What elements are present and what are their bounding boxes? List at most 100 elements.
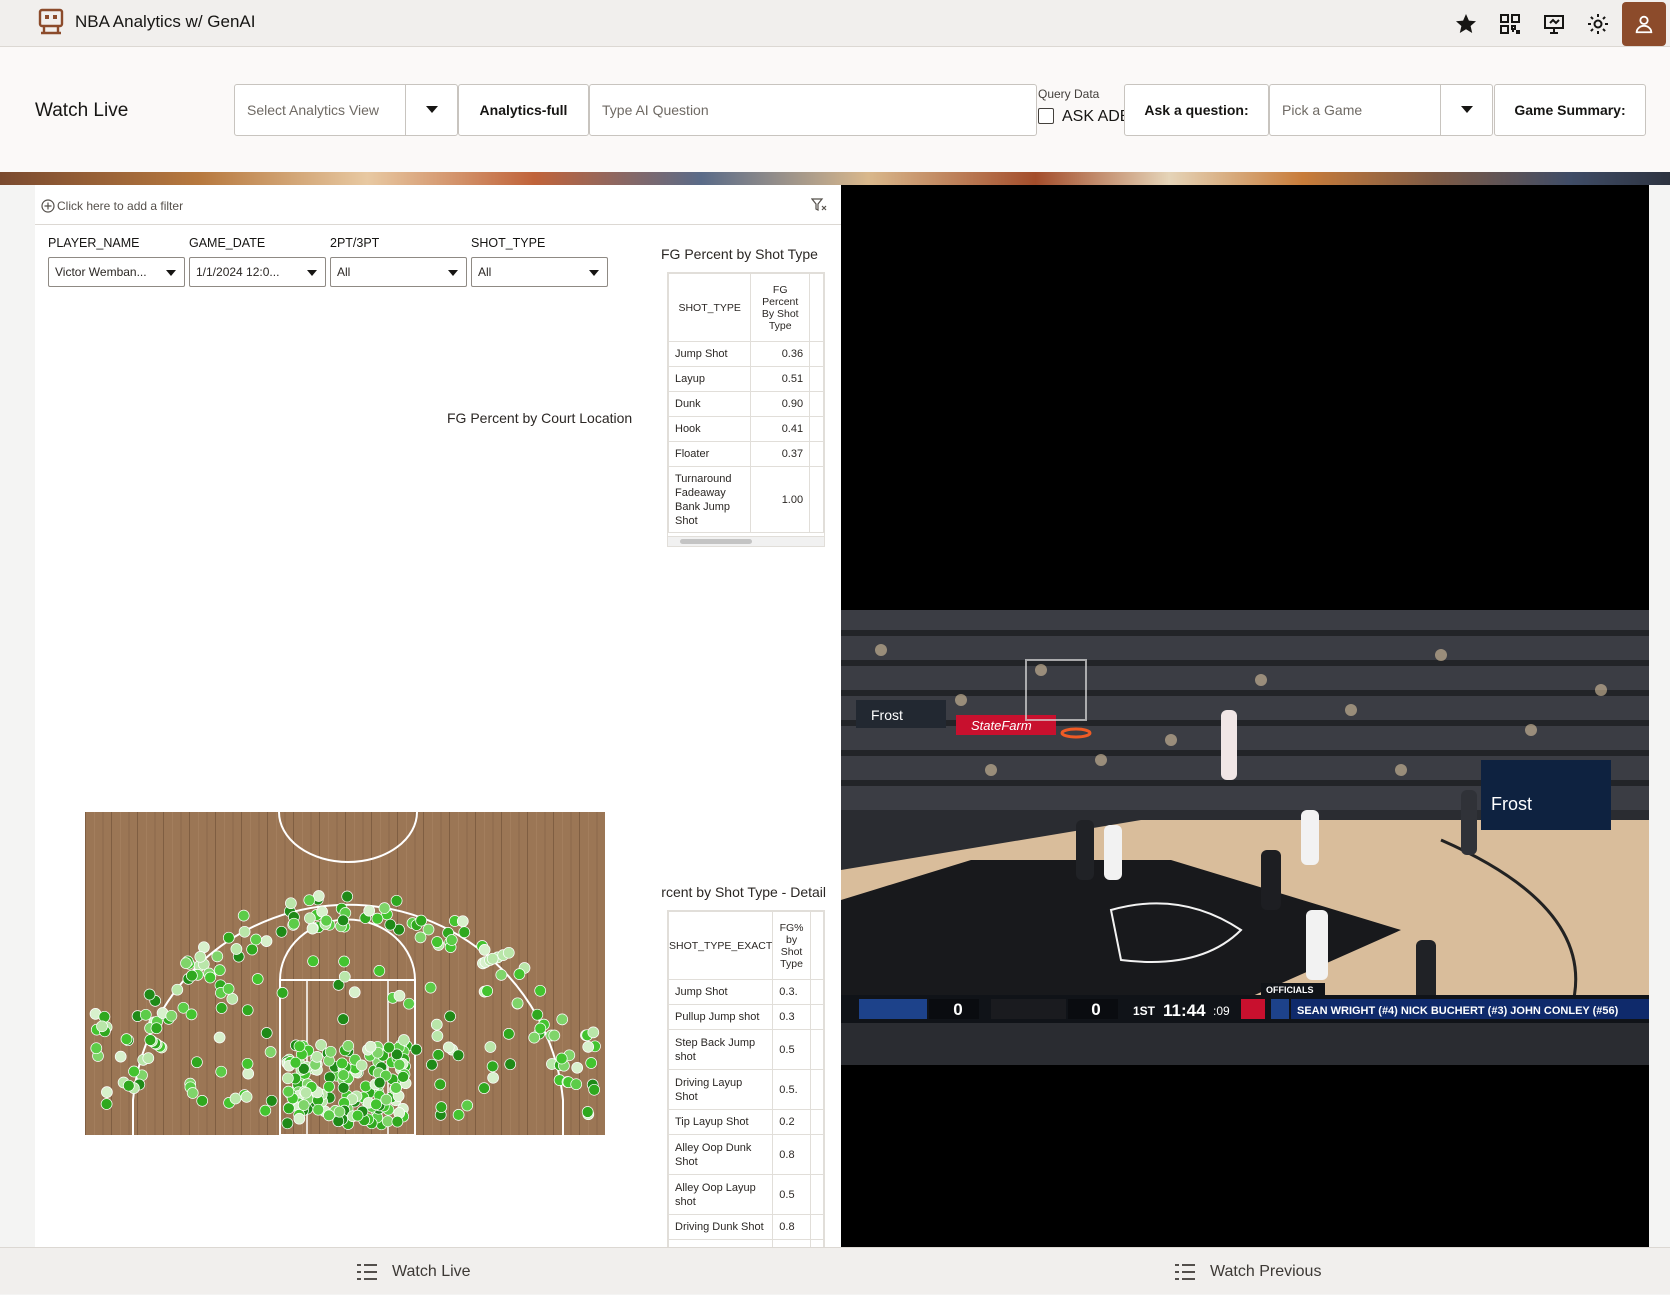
shot-clock: :09: [1213, 1004, 1230, 1018]
col-header-shot-type-exact[interactable]: SHOT_TYPE_EXACT: [668, 911, 774, 980]
fg-detail-title: FG Percent by Shot Type - Detail: [661, 884, 826, 900]
fg-detail-table[interactable]: SHOT_TYPE_EXACT FG% by Shot Type Jump Sh…: [667, 910, 825, 1247]
shot-dot: [373, 1076, 386, 1089]
cell-pct: 0.37: [750, 441, 811, 467]
shot-dot: [285, 897, 297, 910]
shot-dot: [337, 914, 349, 927]
shot-dot: [144, 1034, 157, 1046]
shot-dot: [240, 1091, 253, 1103]
shot-dot: [403, 997, 415, 1010]
shot-dot: [312, 1103, 325, 1116]
shot-dot: [241, 1004, 254, 1017]
shot-dot: [196, 1095, 209, 1107]
table-row: Floater 0.37: [668, 441, 824, 467]
shot-dot: [452, 1109, 465, 1121]
shot-dot: [548, 1029, 561, 1042]
shot-dot: [351, 1109, 364, 1122]
shot-dot: [215, 1065, 228, 1078]
court-shot-chart[interactable]: [85, 800, 605, 1135]
presentation-icon[interactable]: [1532, 2, 1576, 46]
shot-dot: [445, 934, 458, 946]
shot-dot: [198, 941, 210, 954]
shot-dot: [204, 971, 217, 984]
shot-dot: [226, 993, 239, 1005]
shot-dot: [571, 1061, 584, 1074]
analytics-panel: Click here to add a filter PLAYER_NAME V…: [35, 185, 841, 1247]
table-row: Alley Oop Dunk Shot 0.8: [668, 1134, 824, 1175]
cell-shot-type: Floater: [668, 441, 752, 467]
table-row: Turnaround Fadeaway Bank Jump Shot 1.00: [668, 466, 824, 533]
table-row: Hook 0.41: [668, 416, 824, 442]
shot-dot: [264, 1046, 277, 1058]
table-row: Alley Oop Layup shot 0.5: [668, 1174, 824, 1215]
shot-dot: [324, 1045, 337, 1058]
shot-dot: [304, 912, 316, 925]
pt-type-select[interactable]: All: [330, 257, 467, 287]
app-title: NBA Analytics w/ GenAI: [75, 12, 256, 31]
table-row: Driving Layup Shot 0.5.: [668, 1069, 824, 1110]
game-date-value: 1/1/2024 12:0...: [196, 265, 280, 279]
shot-dot: [282, 1072, 294, 1085]
qr-code-icon[interactable]: [1488, 2, 1532, 46]
shot-dot: [370, 1098, 382, 1111]
chevron-down-icon[interactable]: [1440, 85, 1492, 135]
col-header-shot-type[interactable]: SHOT_TYPE: [668, 273, 752, 342]
shot-dot: [511, 997, 524, 1010]
table-row: Tip Layup Shot 0.2: [668, 1109, 824, 1135]
shot-dot: [337, 1081, 350, 1094]
shot-dot: [222, 983, 235, 995]
shot-dot: [311, 1051, 323, 1063]
cell-shot-type: Alley Oop Layup shot: [668, 1174, 774, 1215]
ask-adb-label: ASK ADB: [1062, 108, 1131, 125]
game-summary-button[interactable]: Game Summary:: [1494, 84, 1646, 136]
table-row: Dunk 0.90: [668, 391, 824, 417]
shot-dot: [186, 1087, 199, 1099]
cell-pct: 0.36: [750, 341, 811, 367]
shot-dot: [250, 933, 262, 946]
gear-icon[interactable]: [1576, 2, 1620, 46]
chevron-down-icon[interactable]: [405, 85, 457, 135]
ask-adb-checkbox[interactable]: [1038, 108, 1054, 124]
game-date-select[interactable]: 1/1/2024 12:0...: [189, 257, 326, 287]
period-label: 1ST: [1133, 1004, 1156, 1018]
shot-dot: [171, 983, 184, 996]
player-name-select[interactable]: Victor Wemban...: [48, 257, 185, 287]
cell-pct: 0.5: [772, 1029, 811, 1070]
filter-funnel-icon[interactable]: [811, 198, 827, 212]
col-header-fg-pct-detail[interactable]: FG% by Shot Type: [772, 911, 811, 980]
table-row: Driving Dunk Shot 0.8: [668, 1214, 824, 1240]
user-avatar[interactable]: [1622, 1, 1666, 46]
add-filter-link[interactable]: Click here to add a filter: [41, 199, 183, 213]
ad-statefarm-text: StateFarm: [971, 718, 1032, 733]
star-icon[interactable]: [1444, 2, 1488, 46]
shot-dot: [481, 985, 494, 997]
cell-pct: 0.8: [772, 1134, 811, 1175]
analytics-view-select[interactable]: Select Analytics View: [234, 84, 458, 136]
analytics-full-button[interactable]: Analytics-full: [458, 84, 589, 136]
shot-dot: [230, 943, 243, 955]
shot-dot: [383, 1041, 395, 1054]
cell-shot-type: Step Back Jump shot: [668, 1029, 774, 1070]
shot-dot: [246, 943, 258, 956]
cell-pct: 0.5: [772, 1174, 811, 1215]
horizontal-scrollbar[interactable]: [668, 536, 824, 546]
shot-dot: [502, 946, 515, 959]
shot-dot: [237, 909, 250, 922]
nav-watch-live[interactable]: Watch Live: [356, 1248, 471, 1295]
page-title: Watch Live: [35, 100, 129, 121]
shot-dot: [186, 969, 198, 982]
cell-shot-type: Hook: [668, 416, 752, 442]
cell-shot-type: Pullup Jump shot: [668, 1004, 774, 1030]
shot-dot: [452, 1049, 465, 1062]
pick-game-select[interactable]: Pick a Game: [1269, 84, 1493, 136]
shot-dot: [364, 1040, 377, 1053]
live-video-player[interactable]: Frost StateFarm Frost 0 0 1ST 11:44 :09: [841, 185, 1649, 1247]
fg-by-shot-type-table[interactable]: SHOT_TYPE FG Percent By Shot Type Jump S…: [667, 272, 825, 547]
shot-dot: [338, 970, 351, 983]
shot-type-select[interactable]: All: [471, 257, 608, 287]
col-header-fg-percent[interactable]: FG Percent By Shot Type: [750, 273, 811, 342]
shot-type-label: SHOT_TYPE: [471, 236, 546, 250]
ask-question-button[interactable]: Ask a question:: [1124, 84, 1269, 136]
nav-watch-previous[interactable]: Watch Previous: [1174, 1248, 1321, 1295]
ai-question-input[interactable]: Type AI Question: [589, 84, 1037, 136]
